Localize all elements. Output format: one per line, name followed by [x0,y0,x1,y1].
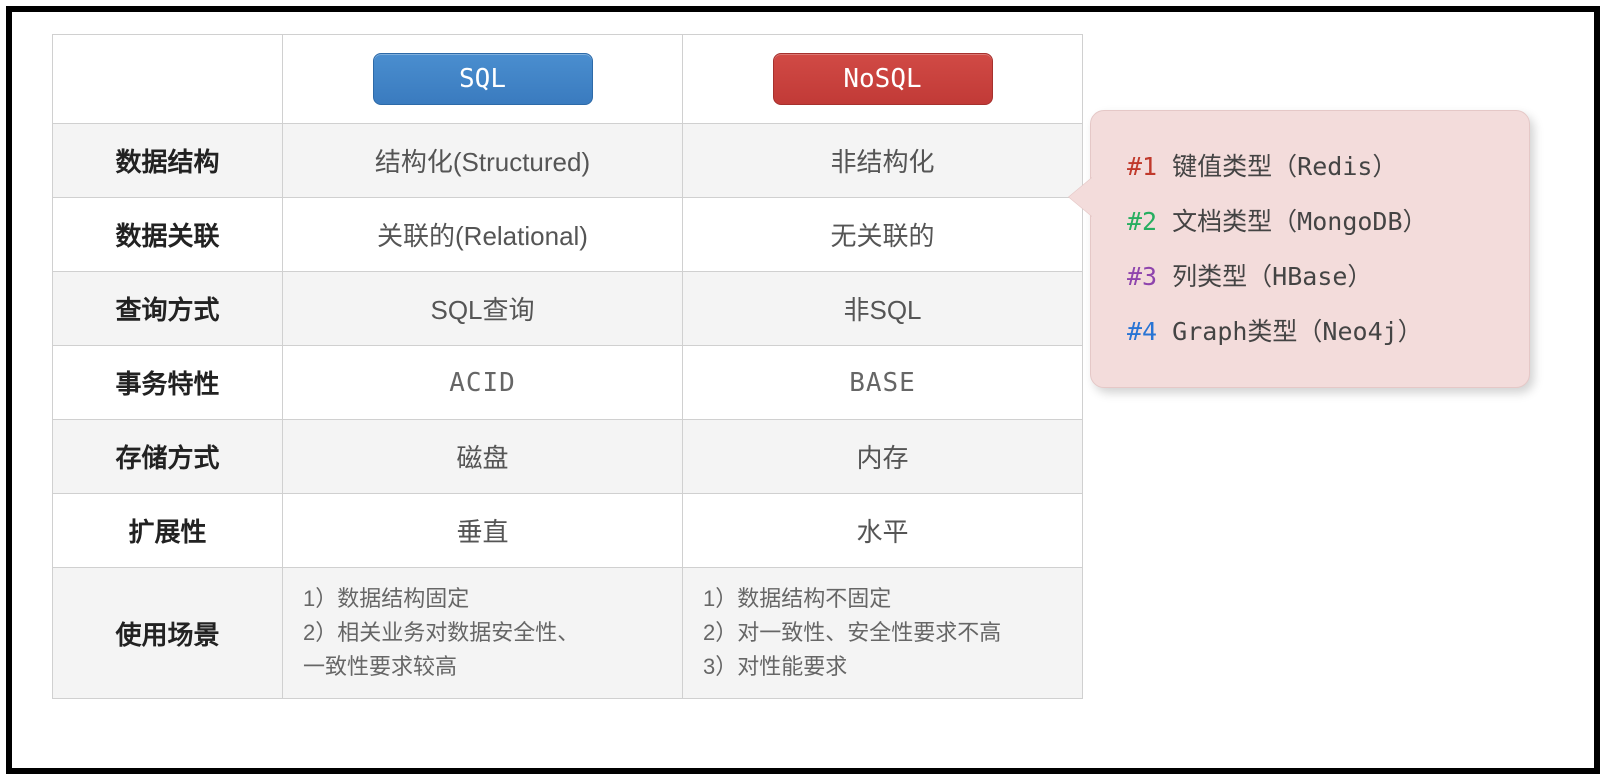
sql-cell: 结构化(Structured) [283,124,683,198]
callout-item: #4 Graph类型（Neo4j） [1127,304,1499,359]
comparison-table: SQL NoSQL 数据结构 结构化(Structured) 非结构化 数据关联… [52,34,1083,699]
nosql-cell: 非SQL [683,272,1083,346]
callout-item: #2 文档类型（MongoDB） [1127,194,1499,249]
table-row: 数据结构 结构化(Structured) 非结构化 [53,124,1083,198]
callout-num: #2 [1127,207,1157,236]
row-label: 存储方式 [53,420,283,494]
sql-badge: SQL [373,53,593,105]
table-header-row: SQL NoSQL [53,35,1083,124]
row-label: 查询方式 [53,272,283,346]
sql-cell: 磁盘 [283,420,683,494]
nosql-cell: BASE [683,346,1083,420]
callout-num: #3 [1127,262,1157,291]
callout-text: 列类型（HBase） [1172,262,1372,291]
table-row: 查询方式 SQL查询 非SQL [53,272,1083,346]
diagram-frame: SQL NoSQL 数据结构 结构化(Structured) 非结构化 数据关联… [6,6,1600,774]
sql-cell: SQL查询 [283,272,683,346]
callout-text: 键值类型（Redis） [1172,152,1397,181]
nosql-types-callout: #1 键值类型（Redis） #2 文档类型（MongoDB） #3 列类型（H… [1090,110,1530,388]
callout-item: #1 键值类型（Redis） [1127,139,1499,194]
header-sql-cell: SQL [283,35,683,124]
row-label: 数据关联 [53,198,283,272]
sql-cell: ACID [283,346,683,420]
table-row: 扩展性 垂直 水平 [53,494,1083,568]
table-row: 存储方式 磁盘 内存 [53,420,1083,494]
sql-cell: 垂直 [283,494,683,568]
callout-text: 文档类型（MongoDB） [1172,207,1427,236]
table-row: 事务特性 ACID BASE [53,346,1083,420]
callout-text: Graph类型（Neo4j） [1172,317,1423,346]
sql-usecase-cell: 1）数据结构固定 2）相关业务对数据安全性、 一致性要求较高 [283,568,683,699]
nosql-usecase-cell: 1）数据结构不固定 2）对一致性、安全性要求不高 3）对性能要求 [683,568,1083,699]
table-row-usecase: 使用场景 1）数据结构固定 2）相关业务对数据安全性、 一致性要求较高 1）数据… [53,568,1083,699]
header-empty-cell [53,35,283,124]
callout-num: #1 [1127,152,1157,181]
callout-item: #3 列类型（HBase） [1127,249,1499,304]
callout-num: #4 [1127,317,1157,346]
row-label: 使用场景 [53,568,283,699]
nosql-cell: 无关联的 [683,198,1083,272]
nosql-badge: NoSQL [773,53,993,105]
nosql-cell: 水平 [683,494,1083,568]
nosql-cell: 内存 [683,420,1083,494]
header-nosql-cell: NoSQL [683,35,1083,124]
sql-cell: 关联的(Relational) [283,198,683,272]
table-row: 数据关联 关联的(Relational) 无关联的 [53,198,1083,272]
row-label: 扩展性 [53,494,283,568]
row-label: 数据结构 [53,124,283,198]
nosql-cell: 非结构化 [683,124,1083,198]
row-label: 事务特性 [53,346,283,420]
